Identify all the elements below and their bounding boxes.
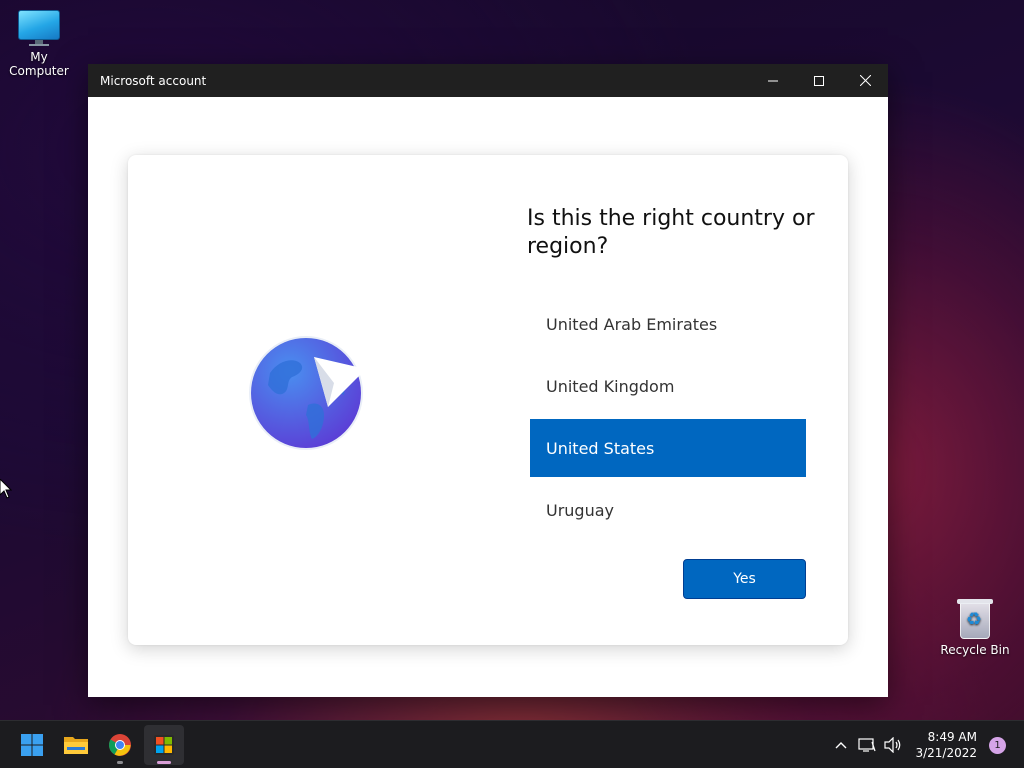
taskbar: 8:49 AM 3/21/2022 1 (0, 720, 1024, 768)
window-titlebar[interactable]: Microsoft account (88, 64, 888, 97)
minimize-button[interactable] (750, 64, 796, 97)
window-content: Is this the right country or region? Uni… (88, 97, 888, 697)
close-button[interactable] (842, 64, 888, 97)
start-button[interactable] (12, 725, 52, 765)
desktop-icon-recycle-bin[interactable]: ♻ Recycle Bin (937, 597, 1013, 657)
chrome-button[interactable] (100, 725, 140, 765)
recycle-bin-icon: ♻ (957, 597, 993, 639)
network-button[interactable] (855, 737, 879, 753)
show-hidden-icons-button[interactable] (829, 741, 853, 749)
globe-paper-plane-icon (248, 335, 368, 455)
window-title: Microsoft account (100, 73, 207, 88)
desktop-icon-my-computer[interactable]: My Computer (1, 10, 77, 78)
chevron-up-icon (835, 742, 847, 749)
volume-button[interactable] (881, 737, 905, 753)
country-option-uruguay[interactable]: Uruguay (530, 481, 806, 539)
clock-time: 8:49 AM (927, 730, 977, 744)
system-tray: 8:49 AM 3/21/2022 1 (829, 721, 1024, 768)
region-dialog-card: Is this the right country or region? Uni… (128, 155, 848, 645)
microsoft-account-window: Microsoft account Is this the right coun… (88, 64, 888, 697)
file-explorer-button[interactable] (56, 725, 96, 765)
mouse-cursor-icon (0, 479, 12, 499)
microsoft-store-button[interactable] (144, 724, 184, 765)
yes-button[interactable]: Yes (683, 559, 806, 599)
start-icon (21, 733, 43, 756)
dialog-heading: Is this the right country or region? (527, 206, 815, 259)
desktop-icon-label: My Computer (9, 50, 69, 78)
chrome-icon (109, 733, 131, 756)
close-icon (859, 75, 871, 86)
notification-badge[interactable]: 1 (989, 736, 1006, 754)
maximize-button[interactable] (796, 64, 842, 97)
country-list[interactable]: United Arab Emirates United Kingdom Unit… (530, 295, 806, 543)
country-option-us-selected[interactable]: United States (530, 419, 806, 477)
clock-date: 3/21/2022 (915, 746, 977, 760)
maximize-icon (814, 75, 824, 86)
minimize-icon (768, 80, 778, 81)
country-option-uae[interactable]: United Arab Emirates (530, 295, 806, 353)
network-icon (858, 738, 877, 752)
country-option-uk[interactable]: United Kingdom (530, 357, 806, 415)
monitor-icon (18, 10, 60, 46)
clock[interactable]: 8:49 AM 3/21/2022 (915, 729, 977, 761)
volume-icon (884, 737, 901, 753)
microsoft-store-icon (154, 734, 174, 755)
desktop-icon-label: Recycle Bin (940, 643, 1010, 657)
file-explorer-icon (64, 736, 88, 754)
